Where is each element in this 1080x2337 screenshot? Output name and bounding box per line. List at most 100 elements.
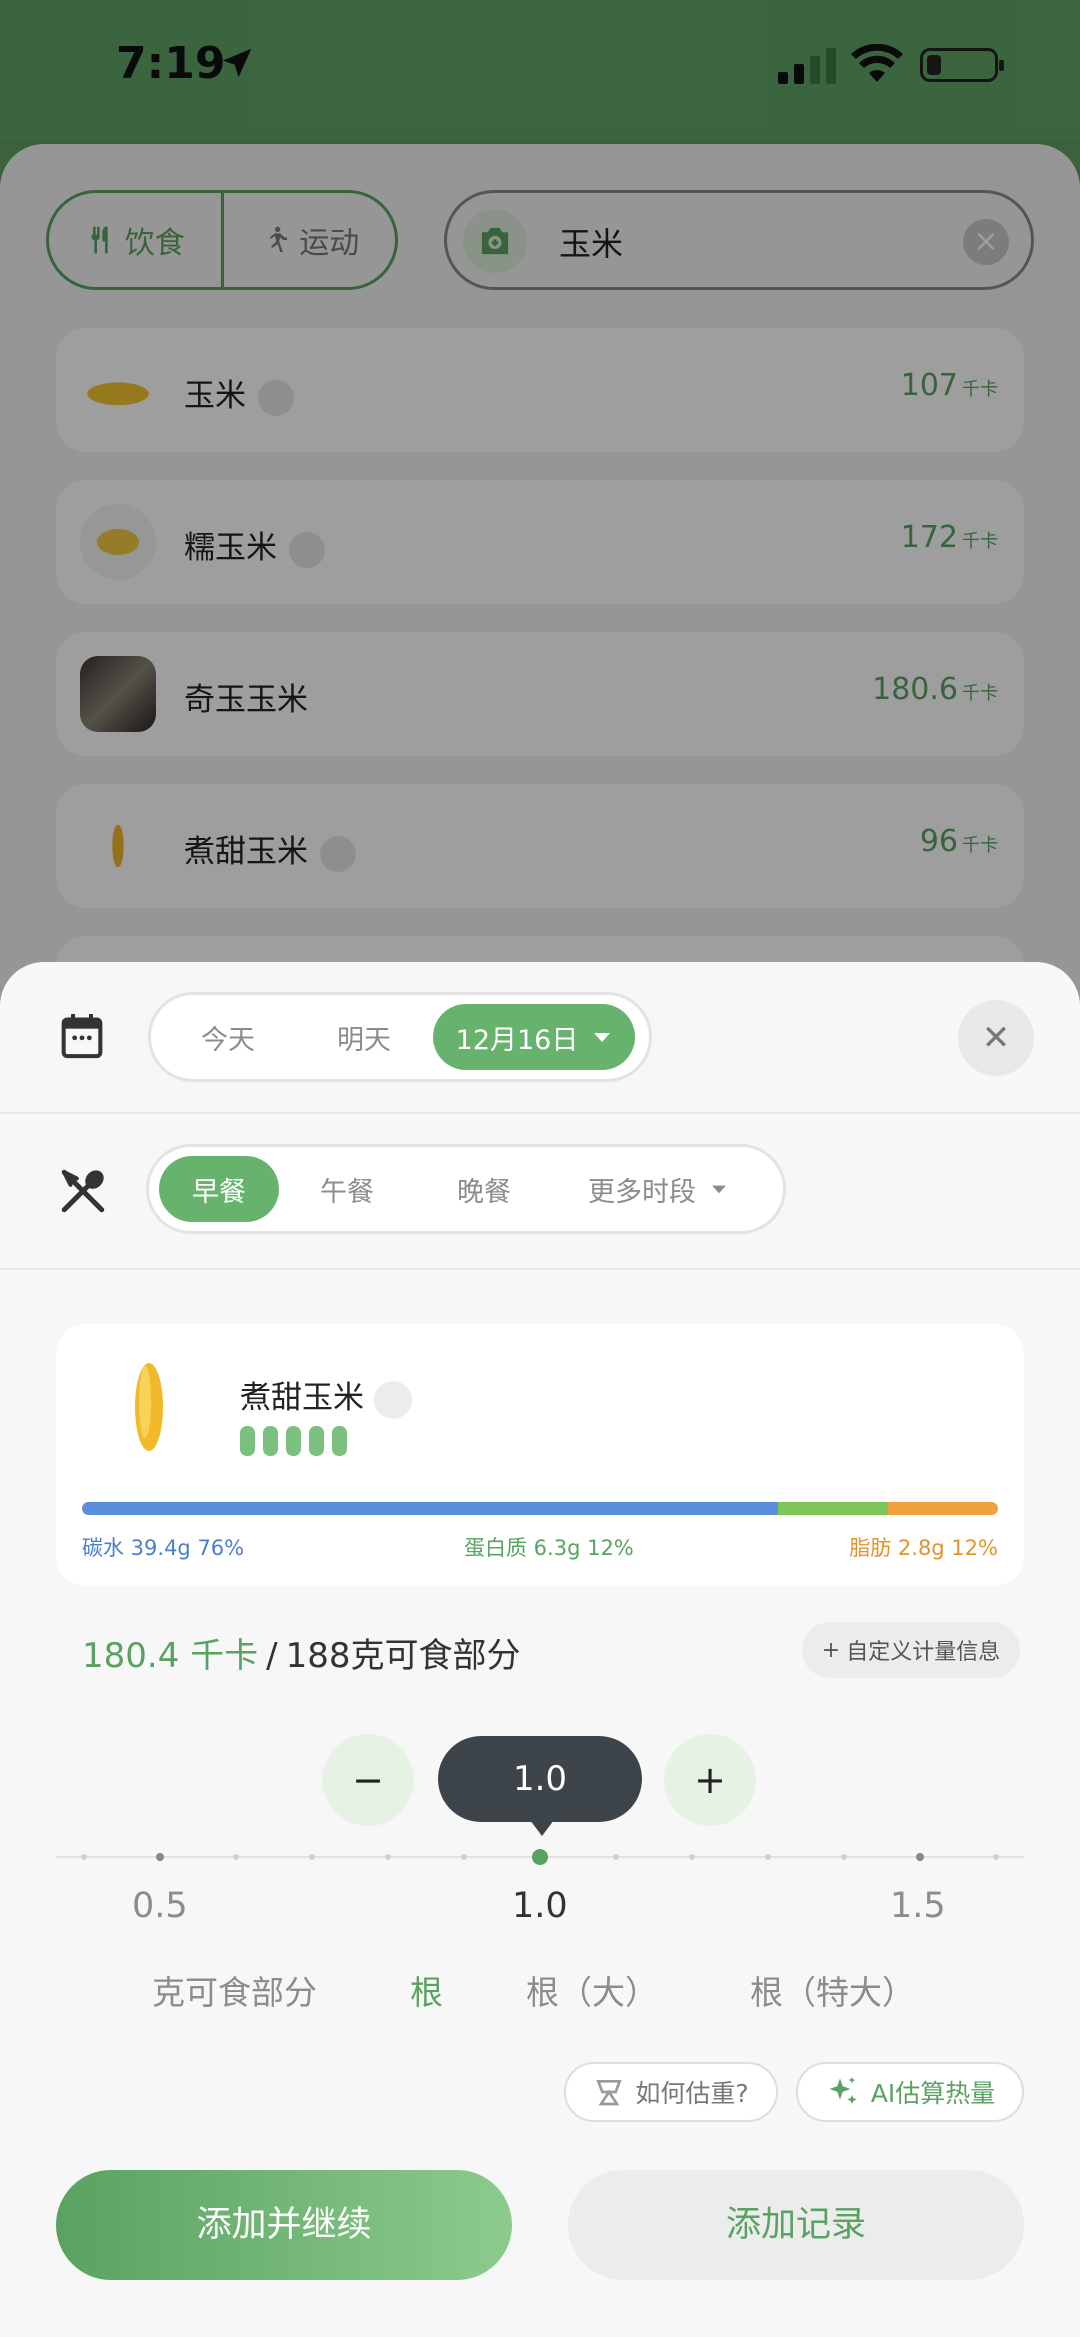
- clear-icon[interactable]: ×: [963, 219, 1009, 265]
- increment-button[interactable]: +: [664, 1734, 756, 1826]
- result-name: 糯玉米: [184, 530, 277, 566]
- close-button[interactable]: ✕: [958, 1000, 1034, 1076]
- food-name: 煮甜玉米: [240, 1380, 364, 1416]
- ruler-tick: [233, 1854, 239, 1860]
- camera-icon[interactable]: [463, 209, 527, 273]
- food-thumbnail: [80, 656, 156, 732]
- kcal-unit: 千卡: [962, 379, 998, 400]
- battery-icon: [920, 48, 1004, 82]
- search-query[interactable]: 玉米: [559, 219, 623, 265]
- result-kcal: 172: [900, 520, 958, 555]
- result-kcal: 107: [900, 368, 958, 403]
- rating-pip: [309, 1426, 324, 1456]
- custom-unit-button[interactable]: + 自定义计量信息: [802, 1622, 1020, 1678]
- search-field[interactable]: 玉米 ×: [444, 190, 1034, 290]
- caret-down-icon: [594, 1033, 611, 1042]
- type-segment: 饮食 运动: [46, 190, 398, 290]
- running-icon: [269, 226, 288, 252]
- ai-estimate-button[interactable]: AI估算热量: [796, 2062, 1024, 2122]
- location-arrow-icon: [222, 48, 252, 78]
- food-thumbnail: [80, 808, 156, 884]
- decrement-button[interactable]: −: [322, 1734, 414, 1826]
- tab-diet-label: 饮食: [124, 226, 185, 261]
- unit-option[interactable]: 根（特大）: [750, 1966, 915, 2014]
- result-item[interactable]: 糯玉米 172 千卡: [56, 480, 1024, 604]
- cellular-signal-icon: [778, 48, 836, 84]
- result-name: 玉米: [184, 378, 246, 414]
- meal-selector: 早餐 午餐 晚餐 更多时段: [146, 1144, 786, 1234]
- rating-pip: [263, 1426, 278, 1456]
- meal-lunch[interactable]: 午餐: [279, 1156, 415, 1222]
- meal-more-label: 更多时段: [588, 1176, 696, 1208]
- health-rating: [240, 1426, 347, 1456]
- rating-pip: [332, 1426, 347, 1456]
- portion-label: 188克可食部分: [285, 1636, 521, 1676]
- fat-label: 脂肪 2.8g 12%: [849, 1536, 998, 1560]
- estimate-help-button[interactable]: 如何估重?: [564, 2062, 778, 2122]
- unit-option[interactable]: 根（大）: [526, 1966, 658, 2014]
- food-thumbnail: [80, 352, 156, 428]
- ruler-label-current: 1.0: [512, 1886, 568, 1926]
- meal-row: 早餐 午餐 晚餐 更多时段: [0, 1114, 1080, 1270]
- result-name: 奇玉玉米: [184, 682, 308, 718]
- result-kcal: 180.6: [872, 672, 958, 707]
- macro-segment: [888, 1502, 998, 1515]
- verified-badge-icon: [320, 835, 356, 872]
- energy-summary: 180.4 千卡/188克可食部分: [82, 1628, 521, 1677]
- estimate-help-label: 如何估重?: [635, 2079, 749, 2108]
- ruler-tick: [156, 1853, 164, 1861]
- verified-badge-icon: [289, 531, 325, 568]
- rating-pip: [286, 1426, 301, 1456]
- verified-badge-icon: [258, 379, 294, 416]
- unit-option[interactable]: 克可食部分: [152, 1966, 317, 2014]
- tab-exercise[interactable]: 运动: [220, 193, 396, 287]
- unit-option-selected[interactable]: 根: [410, 1966, 443, 2014]
- day-today[interactable]: 今天: [161, 1004, 295, 1070]
- kcal-value: 180.4 千卡: [82, 1636, 259, 1676]
- ruler-label: 1.5: [890, 1886, 946, 1926]
- sparkle-icon: [829, 2077, 857, 2104]
- add-food-sheet: 今天 明天 12月16日 ✕ 早餐 午餐 晚餐 更多时段 煮甜玉米 碳水 39.…: [0, 962, 1080, 2337]
- ruler-tick: [916, 1853, 924, 1861]
- result-item[interactable]: 奇玉玉米 180.6 千卡: [56, 632, 1024, 756]
- ruler-tick: [81, 1854, 87, 1860]
- fork-spoon-icon: [61, 1169, 105, 1213]
- meal-breakfast[interactable]: 早餐: [159, 1156, 279, 1222]
- macro-segment: [778, 1502, 889, 1515]
- add-and-continue-button[interactable]: 添加并继续: [56, 2170, 512, 2280]
- ruler-label: 0.5: [132, 1886, 188, 1926]
- day-date-picker[interactable]: 12月16日: [433, 1004, 635, 1070]
- carbs-label: 碳水 39.4g 76%: [82, 1536, 245, 1560]
- ruler-tick: [689, 1854, 695, 1860]
- day-row: 今天 明天 12月16日 ✕: [0, 962, 1080, 1114]
- meal-more[interactable]: 更多时段: [553, 1156, 763, 1222]
- custom-unit-label: 自定义计量信息: [846, 1640, 1001, 1665]
- status-time: 7:19: [116, 38, 226, 89]
- kcal-unit: 千卡: [962, 835, 998, 856]
- ai-estimate-label: AI估算热量: [870, 2079, 996, 2108]
- ruler-tick: [765, 1854, 771, 1860]
- status-bar: 7:19: [0, 0, 1080, 140]
- ruler-tick: [613, 1854, 619, 1860]
- plus-icon: +: [821, 1637, 841, 1663]
- caret-down-icon: [712, 1185, 726, 1194]
- wifi-icon: [851, 44, 903, 82]
- quantity-value[interactable]: 1.0: [438, 1736, 642, 1836]
- protein-label: 蛋白质 6.3g 12%: [464, 1536, 634, 1560]
- result-item[interactable]: 煮甜玉米 96 千卡: [56, 784, 1024, 908]
- food-card: 煮甜玉米 碳水 39.4g 76% 蛋白质 6.3g 12% 脂肪 2.8g 1…: [56, 1324, 1024, 1586]
- result-item[interactable]: 玉米 107 千卡: [56, 328, 1024, 452]
- selected-date: 12月16日: [455, 1024, 579, 1056]
- ruler-tick: [385, 1854, 391, 1860]
- tab-diet[interactable]: 饮食: [49, 193, 221, 287]
- meal-dinner[interactable]: 晚餐: [415, 1156, 553, 1222]
- result-name: 煮甜玉米: [184, 834, 308, 870]
- scale-icon: [596, 2080, 622, 2106]
- macro-segment: [82, 1502, 779, 1515]
- verified-badge-icon: [374, 1380, 412, 1419]
- day-tomorrow[interactable]: 明天: [295, 1004, 433, 1070]
- kcal-unit: 千卡: [962, 683, 998, 704]
- add-record-button[interactable]: 添加记录: [568, 2170, 1024, 2280]
- rating-pip: [240, 1426, 255, 1456]
- ruler-current-marker: [532, 1849, 548, 1865]
